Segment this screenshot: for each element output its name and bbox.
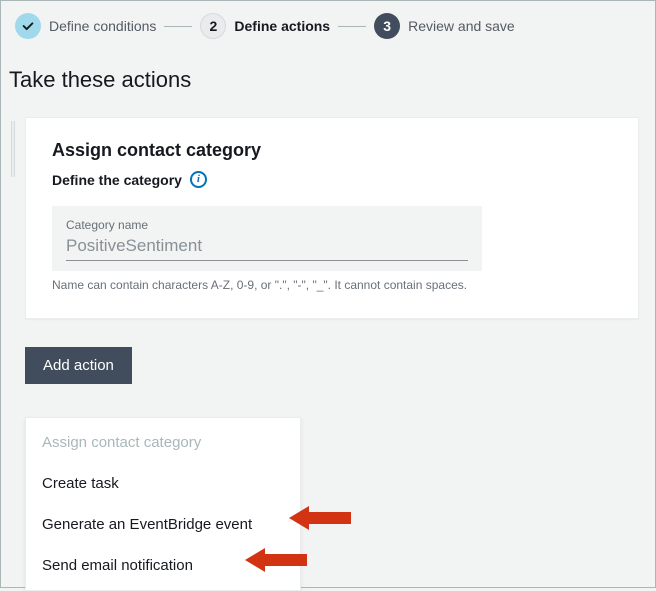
step-define-actions[interactable]: 2 Define actions [200, 13, 330, 39]
step-define-conditions[interactable]: Define conditions [15, 13, 156, 39]
input-label: Category name [66, 218, 468, 232]
category-name-input[interactable] [66, 234, 468, 261]
step-number: 3 [374, 13, 400, 39]
annotation-arrow [245, 548, 307, 572]
step-label: Define actions [234, 18, 330, 34]
card-title: Assign contact category [52, 140, 612, 161]
step-divider [338, 26, 366, 27]
page-title: Take these actions [1, 49, 655, 103]
check-icon [15, 13, 41, 39]
timeline-rail [11, 121, 15, 177]
step-number: 2 [200, 13, 226, 39]
menu-item-assign-category: Assign contact category [26, 422, 300, 463]
wizard-stepper: Define conditions 2 Define actions 3 Rev… [1, 1, 655, 49]
action-card-assign-category: Assign contact category Define the categ… [25, 117, 639, 319]
add-action-button[interactable]: Add action [25, 347, 132, 384]
annotation-arrow [289, 506, 351, 530]
category-name-field-block: Category name [52, 206, 482, 271]
card-subtitle: Define the category [52, 172, 182, 188]
step-label: Define conditions [49, 18, 156, 34]
input-hint: Name can contain characters A-Z, 0-9, or… [52, 277, 482, 294]
step-label: Review and save [408, 18, 515, 34]
step-review-save[interactable]: 3 Review and save [374, 13, 515, 39]
menu-item-create-task[interactable]: Create task [26, 463, 300, 504]
step-divider [164, 26, 192, 27]
menu-item-eventbridge[interactable]: Generate an EventBridge event [26, 504, 300, 545]
info-icon[interactable]: i [190, 171, 207, 188]
